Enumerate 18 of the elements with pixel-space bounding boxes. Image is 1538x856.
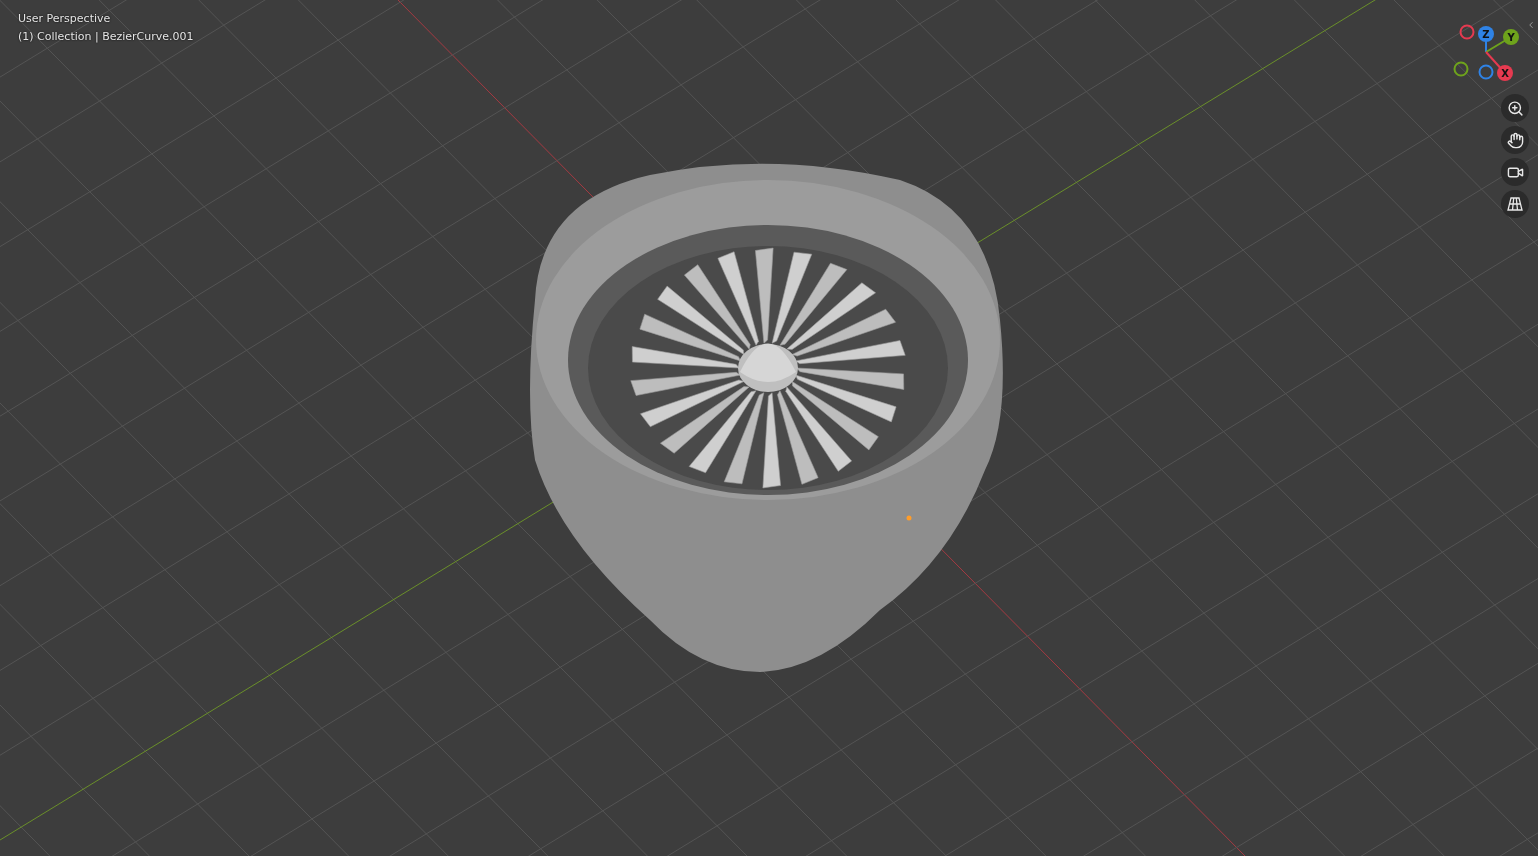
axis-handle[interactable]: X	[1497, 65, 1513, 81]
negative-axis-handle[interactable]	[1459, 24, 1475, 40]
negative-axis-handle[interactable]	[1478, 64, 1494, 80]
negative-axis-handle[interactable]	[1453, 61, 1469, 77]
pan-button[interactable]	[1501, 126, 1529, 154]
camera-button[interactable]	[1501, 158, 1529, 186]
grid-icon	[1507, 197, 1523, 211]
axis-handle[interactable]: Z	[1478, 26, 1494, 42]
axis-handle[interactable]: Y	[1503, 29, 1519, 45]
zoom-button[interactable]	[1501, 94, 1529, 122]
collapse-icon[interactable]	[1526, 20, 1536, 30]
hand-icon	[1506, 131, 1524, 149]
view-name: User Perspective	[18, 11, 112, 27]
object-info: (1) Collection | BezierCurve.001	[18, 29, 194, 45]
3d-viewport[interactable]: Z Y X User Perspective (1) Collection | BezierCurve.001	[0, 0, 1538, 856]
zoom-icon	[1506, 99, 1524, 117]
origin-point	[906, 515, 912, 521]
perspective-button[interactable]	[1501, 190, 1529, 218]
